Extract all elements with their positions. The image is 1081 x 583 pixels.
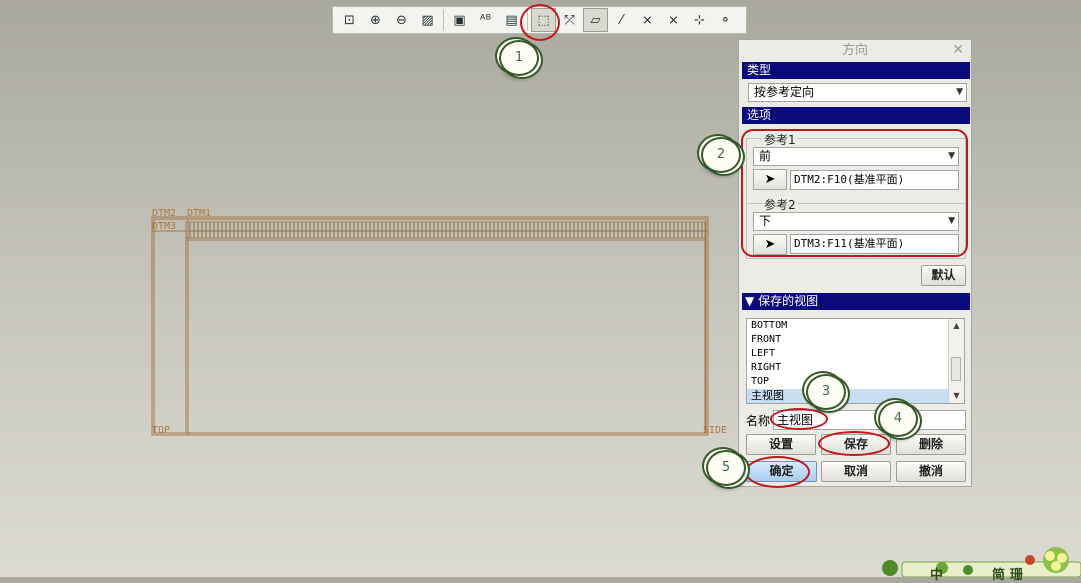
- delete-button[interactable]: 删除: [896, 434, 966, 455]
- type-select-value: 按参考定向: [754, 85, 815, 99]
- highlight-references: [741, 129, 968, 257]
- set-button[interactable]: 设置: [746, 434, 816, 455]
- side-datum-label: SIDE: [703, 425, 728, 436]
- list-item[interactable]: FRONT: [747, 333, 964, 347]
- highlight-ok: [745, 456, 810, 488]
- corner-text-1: 中: [930, 568, 944, 583]
- dialog-title: 方向 ✕: [739, 40, 971, 61]
- dtm2-label: DTM2: [152, 208, 177, 219]
- list-scrollbar[interactable]: ▲ ▼: [948, 319, 964, 403]
- collapse-triangle-icon: ▼: [745, 294, 755, 308]
- type-section-header: 类型: [742, 62, 970, 79]
- datum-display-icon[interactable]: ⤱: [557, 8, 582, 32]
- datum-axis-icon[interactable]: ⁄: [609, 8, 634, 32]
- annotation-icon[interactable]: ᴬᴮ: [473, 8, 498, 32]
- saved-views-section-label: 保存的视图: [758, 294, 819, 308]
- zoom-in-icon[interactable]: ⊕: [363, 8, 388, 32]
- dtm3-label: DTM3: [152, 221, 177, 232]
- refit-icon[interactable]: ⊡: [337, 8, 362, 32]
- name-label: 名称: [746, 414, 771, 428]
- list-item[interactable]: TOP: [747, 375, 964, 389]
- repaint-icon[interactable]: ▨: [415, 8, 440, 32]
- point-display-icon[interactable]: ⨯: [635, 8, 660, 32]
- corner-text-2: 简: [992, 568, 1006, 583]
- model-outline: [151, 216, 709, 436]
- highlight-save: [818, 431, 890, 456]
- datum-plane-icon[interactable]: ▱: [583, 8, 608, 32]
- highlight-name: [770, 408, 828, 430]
- callout-4: 4: [878, 401, 918, 437]
- chevron-down-icon: ▼: [956, 87, 963, 97]
- corner-text-3: 珊: [1010, 568, 1024, 583]
- callout-2: 2: [701, 137, 741, 173]
- callout-1: 1: [499, 40, 539, 76]
- undo-button[interactable]: 撤消: [896, 461, 966, 482]
- dtm1-label: DTM1: [187, 208, 212, 219]
- list-item[interactable]: LEFT: [747, 347, 964, 361]
- spin-center-icon[interactable]: ⊹: [687, 8, 712, 32]
- close-icon[interactable]: ✕: [952, 40, 964, 61]
- zoom-out-icon[interactable]: ⊖: [389, 8, 414, 32]
- sketch-node-icon[interactable]: ⚬: [713, 8, 738, 32]
- shaded-view-icon[interactable]: ▣: [447, 8, 472, 32]
- list-item[interactable]: 主视图: [747, 389, 964, 403]
- highlight-reorient: [520, 4, 560, 41]
- scroll-down-icon[interactable]: ▼: [949, 389, 964, 403]
- default-button[interactable]: 默认: [921, 265, 966, 286]
- callout-5: 5: [706, 450, 746, 486]
- toolbar-separator: [443, 10, 444, 30]
- dialog-title-text: 方向: [841, 43, 868, 58]
- scroll-thumb[interactable]: [951, 357, 961, 381]
- saved-views-section-header[interactable]: ▼ 保存的视图: [742, 293, 970, 310]
- corner-decoration: 中 简 珊: [880, 546, 1081, 583]
- list-item[interactable]: RIGHT: [747, 361, 964, 375]
- options-section-header: 选项: [742, 107, 970, 124]
- type-select[interactable]: 按参考定向 ▼: [748, 83, 967, 102]
- leaf-vine-icon: [882, 547, 1081, 578]
- cancel-button[interactable]: 取消: [821, 461, 891, 482]
- saved-views-list[interactable]: BOTTOM FRONT LEFT RIGHT TOP 主视图 ▲ ▼: [746, 318, 965, 404]
- csys-display-icon[interactable]: ⨯: [661, 8, 686, 32]
- scroll-up-icon[interactable]: ▲: [949, 319, 964, 333]
- callout-3: 3: [806, 374, 846, 410]
- top-datum-label: TOP: [152, 425, 171, 436]
- list-item[interactable]: BOTTOM: [747, 319, 964, 333]
